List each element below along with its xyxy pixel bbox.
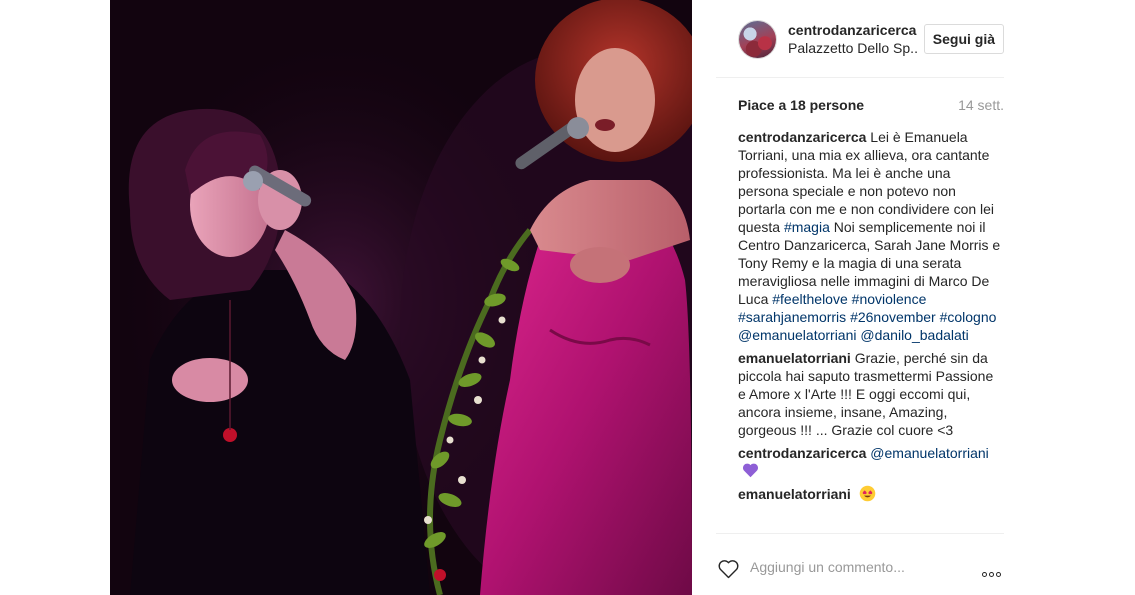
side-panel: centrodanzaricerca Palazzetto Dello Sp..… xyxy=(692,0,1020,595)
purple-heart-icon xyxy=(742,463,759,478)
avatar[interactable] xyxy=(738,20,777,59)
mention-link[interactable]: @danilo_badalati xyxy=(860,327,968,343)
comments-list: centrodanzaricerca Lei è Emanuela Torria… xyxy=(738,128,1004,503)
mention-link[interactable]: @emanuelatorriani xyxy=(738,327,857,343)
post-username[interactable]: centrodanzaricerca xyxy=(788,22,916,38)
comment-author[interactable]: emanuelatorriani xyxy=(738,486,851,502)
heart-icon[interactable] xyxy=(716,557,741,581)
following-button[interactable]: Segui già xyxy=(923,24,1004,54)
comment-item: emanuelatorriani Grazie, perché sin da p… xyxy=(738,349,1004,439)
post-photo[interactable] xyxy=(110,0,692,595)
post-timestamp[interactable]: 14 sett. xyxy=(958,97,1004,113)
mention-link[interactable]: @emanuelatorriani xyxy=(870,445,989,461)
hashtag-link[interactable]: #noviolence xyxy=(852,291,927,307)
comment-item: emanuelatorriani xyxy=(738,485,1004,503)
hashtag-link[interactable]: #sarahjanemorris xyxy=(738,309,846,325)
hashtag-link[interactable]: #magia xyxy=(784,219,830,235)
instagram-post: centrodanzaricerca Palazzetto Dello Sp..… xyxy=(110,0,1020,595)
likes-count[interactable]: Piace a 18 persone xyxy=(738,97,864,113)
hashtag-link[interactable]: #cologno xyxy=(940,309,997,325)
hashtag-link[interactable]: #feelthelove xyxy=(772,291,848,307)
caption-author[interactable]: centrodanzaricerca xyxy=(738,129,866,145)
comment-item: centrodanzaricerca @emanuelatorriani xyxy=(738,444,1004,480)
add-comment-input[interactable] xyxy=(750,556,980,578)
comment-author[interactable]: centrodanzaricerca xyxy=(738,445,866,461)
post-location[interactable]: Palazzetto Dello Sp.. xyxy=(788,40,918,56)
post-details: Piace a 18 persone 14 sett. centrodanzar… xyxy=(738,78,1004,503)
comment-footer xyxy=(716,533,1004,595)
heart-eyes-icon xyxy=(859,485,876,502)
more-options-icon[interactable] xyxy=(980,564,1004,577)
likes-row: Piace a 18 persone 14 sett. xyxy=(738,78,1004,128)
post-header: centrodanzaricerca Palazzetto Dello Sp..… xyxy=(716,0,1004,78)
caption: centrodanzaricerca Lei è Emanuela Torria… xyxy=(738,128,1004,344)
comment-author[interactable]: emanuelatorriani xyxy=(738,350,851,366)
hashtag-link[interactable]: #26november xyxy=(850,309,936,325)
